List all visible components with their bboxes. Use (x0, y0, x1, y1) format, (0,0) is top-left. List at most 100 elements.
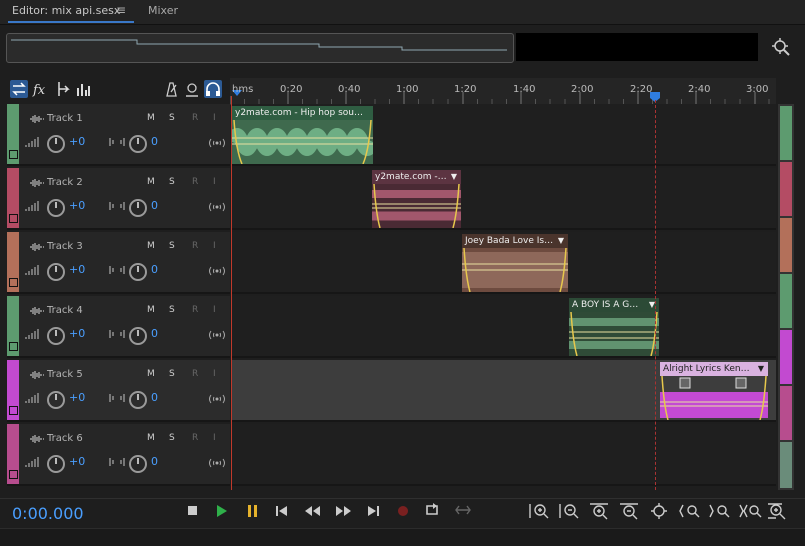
pan-knob[interactable] (129, 455, 147, 473)
volume-knob[interactable] (47, 327, 65, 345)
record-arm-button[interactable]: R (192, 241, 198, 251)
track-header-4[interactable]: Track 4 M S R I +0 0 (7, 296, 230, 358)
play-icon[interactable] (215, 504, 229, 518)
audio-clip-4[interactable]: A BOY IS A G… ▼ (569, 298, 659, 356)
volume-knob[interactable] (47, 391, 65, 409)
mute-button[interactable]: M (147, 241, 155, 251)
output-icon[interactable] (208, 457, 226, 469)
stop-icon[interactable] (186, 504, 200, 518)
track-name[interactable]: Track 2 (47, 177, 83, 188)
zoom-nav-icon[interactable] (770, 36, 792, 58)
track-color-swatch[interactable] (9, 342, 18, 351)
audio-clip-2[interactable]: y2mate.com -… ▼ (372, 170, 461, 228)
zoom-to-out-point-icon[interactable] (708, 502, 732, 520)
track-header-5[interactable]: Track 5 M S R I +0 0 (7, 360, 230, 422)
volume-knob[interactable] (47, 199, 65, 217)
timecode-display[interactable]: 0:00.000 (12, 504, 84, 523)
audio-clip-5[interactable]: Alright Lyrics Ken… ▼ (660, 362, 768, 420)
track-lane-4[interactable] (231, 296, 776, 358)
track-color-swatch[interactable] (9, 278, 18, 287)
rewind-icon[interactable] (304, 504, 322, 518)
input-monitor-button[interactable]: I (213, 369, 216, 379)
mute-button[interactable]: M (147, 369, 155, 379)
pause-icon[interactable] (246, 504, 260, 518)
track-header-2[interactable]: Track 2 M S R I +0 0 (7, 168, 230, 230)
track-name[interactable]: Track 3 (47, 241, 83, 252)
zoom-in-time-icon[interactable] (588, 502, 610, 520)
record-icon[interactable] (396, 504, 410, 518)
tab-menu-icon[interactable]: ≡ (116, 3, 126, 17)
headphones-icon[interactable] (204, 80, 222, 98)
track-header-6[interactable]: Track 6 M S R I +0 0 (7, 424, 230, 486)
output-icon[interactable] (208, 265, 226, 277)
mute-button[interactable]: M (147, 177, 155, 187)
fx-icon[interactable]: fx (32, 80, 50, 98)
tab-mixer[interactable]: Mixer (148, 4, 178, 17)
session-overview[interactable] (6, 33, 514, 63)
volume-knob[interactable] (47, 455, 65, 473)
mute-button[interactable]: M (147, 305, 155, 315)
track-name[interactable]: Track 1 (47, 113, 83, 124)
clip-menu-icon[interactable]: ▼ (758, 364, 764, 373)
input-monitor-button[interactable]: I (213, 305, 216, 315)
input-monitor-button[interactable]: I (213, 433, 216, 443)
bars-icon[interactable] (74, 80, 92, 98)
playhead-line[interactable] (231, 96, 232, 490)
solo-button[interactable]: S (169, 113, 175, 123)
volume-knob[interactable] (47, 135, 65, 153)
record-arm-button[interactable]: R (192, 433, 198, 443)
volume-value[interactable]: +0 (69, 199, 85, 212)
volume-value[interactable]: +0 (69, 263, 85, 276)
pan-value[interactable]: 0 (151, 263, 158, 276)
fast-forward-icon[interactable] (334, 504, 352, 518)
track-name[interactable]: Track 4 (47, 305, 83, 316)
zoom-selection-icon[interactable] (678, 502, 702, 520)
skip-end-icon[interactable] (366, 504, 380, 518)
merge-icon[interactable] (54, 80, 72, 98)
pan-value[interactable]: 0 (151, 199, 158, 212)
input-monitor-button[interactable]: I (213, 177, 216, 187)
metronome-icon[interactable] (162, 80, 180, 98)
track-lane-2[interactable] (231, 168, 776, 230)
pan-value[interactable]: 0 (151, 391, 158, 404)
skip-selection-icon[interactable] (454, 502, 472, 518)
pan-value[interactable]: 0 (151, 455, 158, 468)
loop-icon[interactable] (424, 502, 442, 518)
mute-button[interactable]: M (147, 113, 155, 123)
record-arm-button[interactable]: R (192, 177, 198, 187)
zoom-out-time-icon[interactable] (618, 502, 640, 520)
clip-menu-icon[interactable]: ▼ (558, 236, 564, 245)
volume-value[interactable]: +0 (69, 455, 85, 468)
volume-value[interactable]: +0 (69, 327, 85, 340)
audio-clip-1[interactable]: y2mate.com - Hip hop sou… (232, 106, 373, 164)
track-color-swatch[interactable] (9, 150, 18, 159)
swap-icon[interactable] (10, 80, 28, 98)
track-lane-6[interactable] (231, 424, 776, 486)
track-name[interactable]: Track 5 (47, 369, 83, 380)
output-icon[interactable] (208, 393, 226, 405)
clip-menu-icon[interactable]: ▼ (451, 172, 457, 181)
tab-editor[interactable]: Editor: mix api.sesx (12, 4, 120, 17)
vertical-scrollbar[interactable] (778, 104, 794, 490)
solo-button[interactable]: S (169, 177, 175, 187)
output-icon[interactable] (208, 137, 226, 149)
pan-value[interactable]: 0 (151, 327, 158, 340)
track-color-swatch[interactable] (9, 406, 18, 415)
volume-value[interactable]: +0 (69, 391, 85, 404)
input-monitor-button[interactable]: I (213, 241, 216, 251)
skip-start-icon[interactable] (275, 504, 289, 518)
zoom-in-amplitude-icon[interactable] (528, 502, 550, 520)
record-arm-icon[interactable] (183, 80, 201, 98)
record-arm-button[interactable]: R (192, 305, 198, 315)
zoom-out-amplitude-icon[interactable] (558, 502, 580, 520)
track-header-1[interactable]: Track 1 M S R I +0 0 (7, 104, 230, 166)
record-arm-button[interactable]: R (192, 369, 198, 379)
zoom-full-icon[interactable] (648, 502, 670, 520)
pan-knob[interactable] (129, 327, 147, 345)
zoom-in-point-icon[interactable] (738, 502, 762, 520)
track-name[interactable]: Track 6 (47, 433, 83, 444)
volume-knob[interactable] (47, 263, 65, 281)
input-monitor-button[interactable]: I (213, 113, 216, 123)
pan-knob[interactable] (129, 263, 147, 281)
solo-button[interactable]: S (169, 369, 175, 379)
